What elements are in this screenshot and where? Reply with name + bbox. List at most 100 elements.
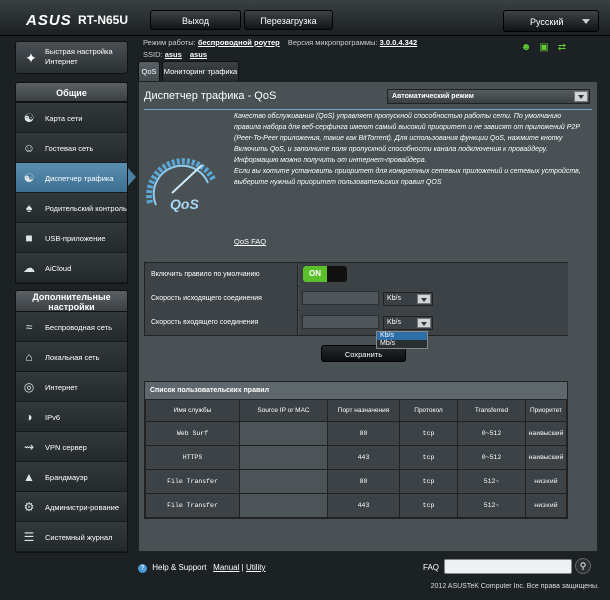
unit-option-kbps[interactable]: Kb/s	[377, 332, 427, 340]
ssid-value-2[interactable]: asus	[190, 50, 207, 59]
column-header-priority: Приоритет	[525, 399, 567, 422]
sidebar-item-administration[interactable]: ⚙ Администри-рование	[16, 492, 127, 522]
wan-icon: ◎	[23, 380, 35, 394]
administration-icon: ⚙	[23, 500, 35, 514]
enable-qos-toggle[interactable]: ON	[303, 266, 347, 282]
reboot-button[interactable]: Перезагрузка	[244, 10, 333, 30]
firmware-label: Версия микропрограммы:	[287, 38, 378, 47]
sidebar-item-usb-app[interactable]: ■ USB-приложение	[16, 223, 127, 253]
sidebar-item-label: Интернет	[45, 382, 78, 392]
sidebar-item-label: Диспетчер трафика	[45, 173, 114, 183]
tab-qos[interactable]: QoS	[138, 61, 160, 81]
sidebar-item-aicloud[interactable]: ☁ AiCloud	[16, 253, 127, 283]
sidebar-item-ipv6[interactable]: ◑ IPv6	[16, 402, 127, 432]
protocol-cell: tcp	[399, 469, 458, 494]
language-select[interactable]: Русский	[503, 10, 599, 32]
help-support-label: Help & Support	[152, 563, 207, 572]
footer-separator: |	[241, 563, 244, 572]
protocol-cell: tcp	[399, 493, 458, 518]
main-panel: Диспетчер трафика - QoS Автоматический р…	[138, 81, 598, 552]
sidebar-item-label: Родительский контроль	[45, 203, 127, 213]
column-header-port: Порт назначения	[327, 399, 400, 422]
sidebar-item-firewall[interactable]: ▲ Брандмауэр	[16, 462, 127, 492]
table-row: HTTPS 443 tcp 0~512 наивысший	[145, 445, 567, 470]
logout-button[interactable]: Выход	[150, 10, 241, 30]
upload-speed-input[interactable]	[302, 291, 379, 305]
upload-unit-select[interactable]: Kb/s	[383, 292, 433, 306]
sidebar-item-parental-control[interactable]: ♠ Родительский контроль	[16, 193, 127, 223]
qos-mode-value: Автоматический режим	[392, 93, 474, 100]
aicloud-icon: ☁	[23, 261, 35, 275]
sidebar-item-lan[interactable]: ⌂ Локальная сеть	[16, 342, 127, 372]
search-icon[interactable]: ⚲	[575, 558, 591, 574]
download-speed-row: Скорость входящего соединения Kb/s	[145, 311, 568, 335]
table-row: File Transfer 80 tcp 512~ низкий	[145, 469, 567, 494]
copyright: 2012 ASUSTeK Computer Inc. Все права защ…	[430, 583, 599, 590]
service-cell: HTTPS	[145, 445, 240, 470]
service-cell: File Transfer	[145, 493, 240, 518]
ipv6-icon: ◑	[25, 410, 33, 424]
sidebar-item-guest-network[interactable]: ☺ Гостевая сеть	[16, 133, 127, 163]
mode-label: Режим работы:	[143, 38, 196, 47]
sidebar-item-wireless[interactable]: ≈ Беспроводная сеть	[16, 312, 127, 342]
faq-label: FAQ	[423, 563, 440, 572]
quick-internet-setup-button[interactable]: ✦ Быстрая настройка Интернет	[15, 41, 128, 74]
page-title: Диспетчер трафика - QoS	[144, 90, 277, 102]
faq-search-input[interactable]	[444, 559, 572, 574]
sidebar-item-label: IPv6	[45, 412, 61, 422]
chevron-down-icon	[417, 294, 431, 304]
sidebar-item-label: USB-приложение	[45, 233, 106, 243]
clients-icon[interactable]: ☻	[520, 42, 532, 54]
upload-speed-row: Скорость исходящего соединения Kb/s	[145, 287, 568, 311]
wan-status-icon[interactable]: ▣	[538, 42, 550, 54]
user-rules-title: Список пользовательских правил	[145, 382, 567, 399]
chevron-down-icon	[574, 91, 588, 102]
tab-traffic-monitor[interactable]: Мониторинг трафика	[162, 61, 239, 81]
wand-icon: ✦	[25, 50, 37, 66]
source-cell	[239, 469, 328, 494]
asus-logo[interactable]: ASUS	[26, 12, 72, 29]
sidebar-item-traffic-manager[interactable]: ☯ Диспетчер трафика	[16, 163, 127, 193]
download-speed-input[interactable]	[302, 315, 379, 329]
lan-icon: ⌂	[25, 350, 33, 364]
download-speed-label: Скорость входящего соединения	[145, 311, 298, 335]
sidebar-item-label: Беспроводная сеть	[45, 322, 113, 332]
title-divider	[144, 109, 592, 110]
source-cell	[239, 421, 328, 446]
upload-unit-value: Kb/s	[387, 295, 402, 302]
active-item-pointer	[128, 168, 136, 186]
top-bar: ASUS RT-N65U Выход Перезагрузка Русский	[0, 0, 610, 36]
port-cell: 443	[327, 445, 400, 470]
rules-grid: Имя службы Source IP or MAC Порт назначе…	[145, 399, 567, 518]
manual-link[interactable]: Manual	[213, 563, 239, 572]
help-support: ? Help & Support Manual | Utility	[138, 563, 266, 573]
sidebar-item-vpn[interactable]: ⇝ VPN сервер	[16, 432, 127, 462]
mode-value-link[interactable]: беспроводной роутер	[198, 38, 280, 47]
chevron-down-icon	[582, 19, 590, 24]
firmware-value-link[interactable]: 3.0.0.4.342	[380, 38, 418, 47]
utility-link[interactable]: Utility	[246, 563, 266, 572]
sidebar-item-wan[interactable]: ◎ Интернет	[16, 372, 127, 402]
sidebar-item-label: VPN сервер	[45, 442, 87, 452]
qos-faq-link[interactable]: QoS FAQ	[234, 237, 266, 246]
source-cell	[239, 445, 328, 470]
ssid-value-1[interactable]: asus	[165, 50, 182, 59]
description-paragraph-1: Качество обслуживания (QoS) управляет пр…	[234, 113, 580, 164]
general-nav: ☯ Карта сети ☺ Гостевая сеть ☯ Диспетчер…	[15, 102, 128, 284]
general-section-header: Общие	[15, 82, 128, 102]
source-cell	[239, 493, 328, 518]
sidebar-item-system-log[interactable]: ☰ Системный журнал	[16, 522, 127, 552]
guest-network-icon: ☺	[22, 141, 36, 155]
qos-mode-select[interactable]: Автоматический режим	[387, 89, 590, 104]
unit-option-mbps[interactable]: Mb/s	[377, 340, 427, 348]
usb-status-icon[interactable]: ⇄	[556, 42, 568, 54]
sidebar-item-label: Системный журнал	[45, 532, 113, 542]
download-unit-select[interactable]: Kb/s	[383, 316, 433, 330]
qos-description: Качество обслуживания (QoS) управляет пр…	[234, 111, 586, 188]
traffic-manager-icon: ☯	[23, 171, 35, 185]
usb-app-icon: ■	[25, 231, 33, 245]
advanced-section-header: Дополнительные настройки	[15, 290, 128, 312]
user-rules-table: Список пользовательских правил Имя служб…	[144, 381, 568, 519]
sidebar-item-network-map[interactable]: ☯ Карта сети	[16, 103, 127, 133]
parental-control-icon: ♠	[25, 201, 33, 215]
